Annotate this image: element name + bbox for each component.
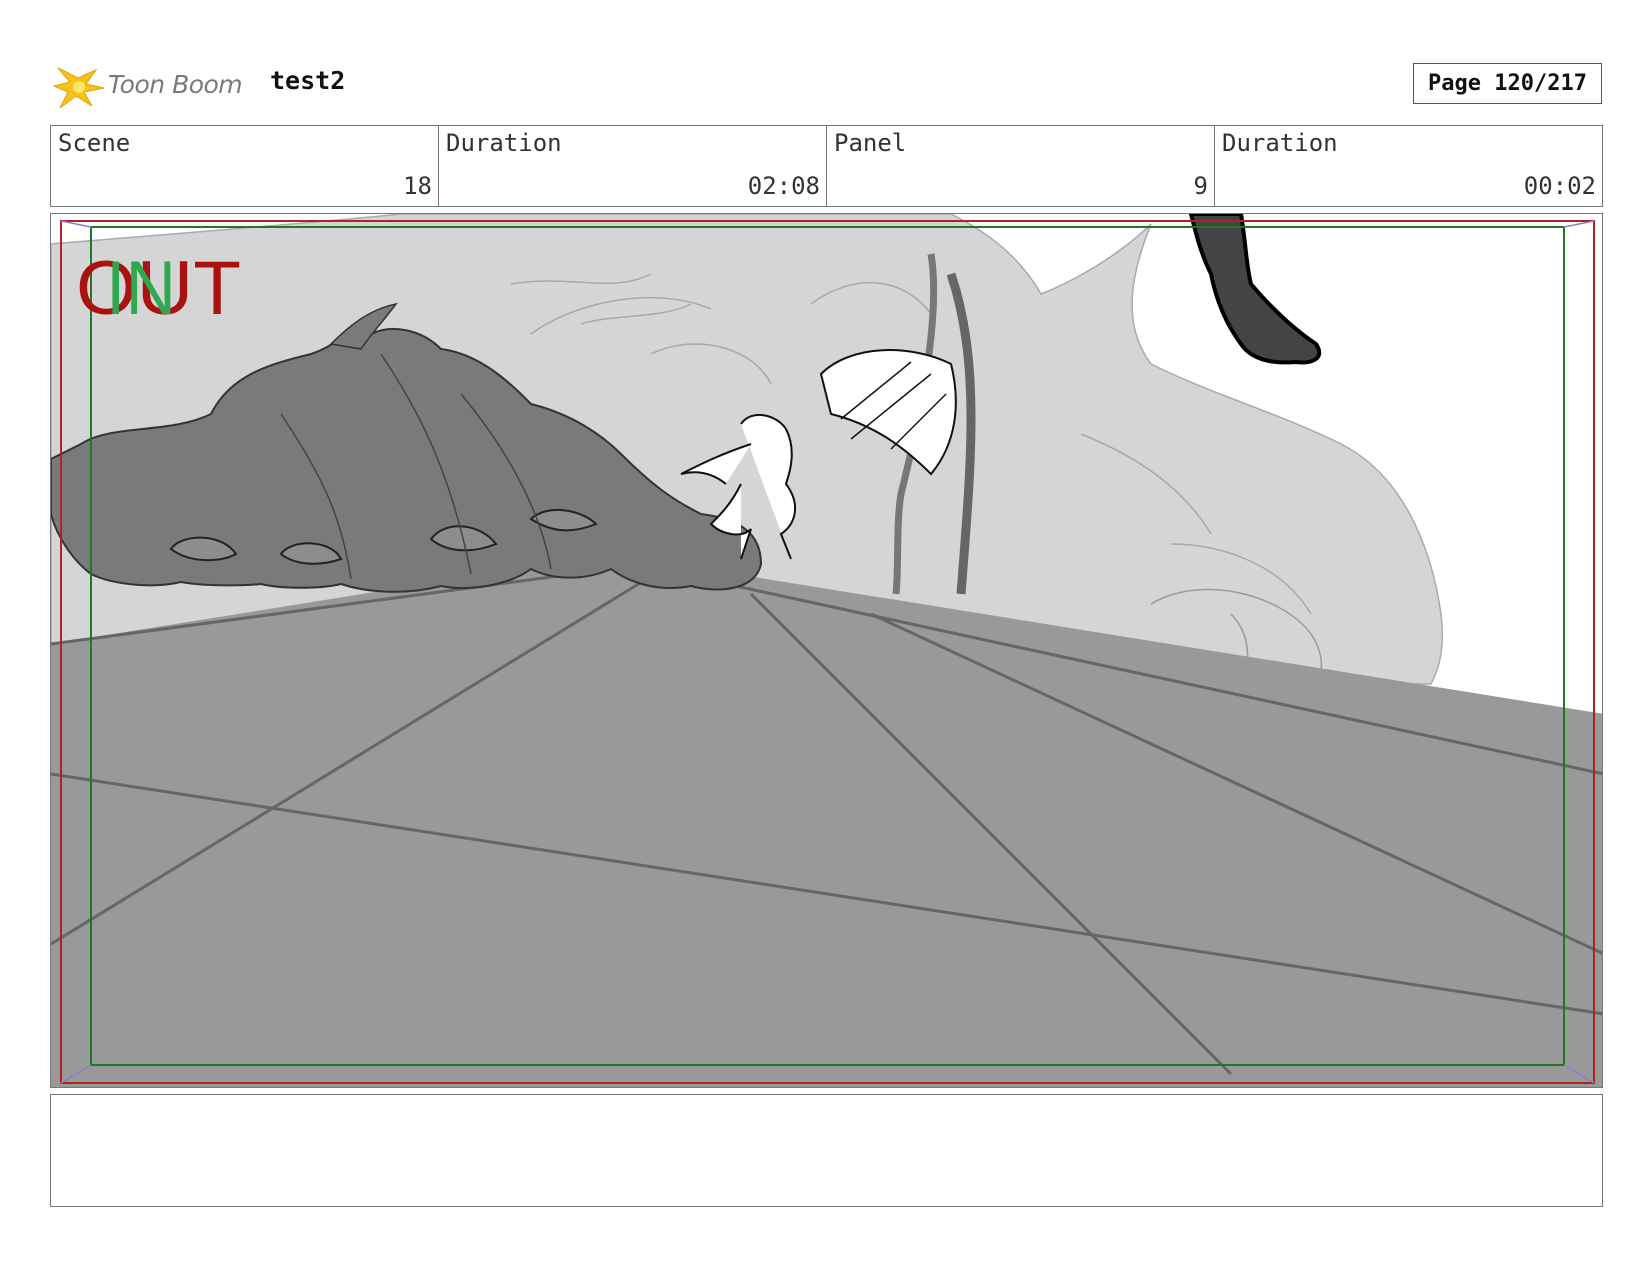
panel-info-row: Scene 18 Duration 02:08 Panel 9 Duration… xyxy=(50,125,1603,207)
panel-duration-value: 00:02 xyxy=(1523,172,1596,200)
in-marker: IN xyxy=(106,246,176,331)
panel-cell: Panel 9 xyxy=(827,126,1215,206)
panel-duration-cell: Duration 00:02 xyxy=(1215,126,1602,206)
panel-drawing: OUT IN xyxy=(51,214,1602,1087)
panel-label: Panel xyxy=(834,129,907,157)
toon-boom-logo: Toon Boom xyxy=(52,58,252,114)
scene-value: 18 xyxy=(403,172,432,200)
storyboard-panel: OUT IN xyxy=(50,213,1603,1088)
black-boot xyxy=(1188,214,1322,365)
scene-cell: Scene 18 xyxy=(51,126,439,206)
scene-duration-label: Duration xyxy=(446,129,562,157)
scene-duration-cell: Duration 02:08 xyxy=(439,126,827,206)
scene-label: Scene xyxy=(58,129,131,157)
panel-value: 9 xyxy=(1193,172,1208,200)
scene-duration-value: 02:08 xyxy=(747,172,820,200)
spark-icon xyxy=(52,67,105,109)
notes-box xyxy=(50,1094,1603,1207)
page-indicator: Page 120/217 xyxy=(1413,63,1602,104)
panel-duration-label: Duration xyxy=(1222,129,1338,157)
logo-text: Toon Boom xyxy=(108,70,243,99)
project-title: test2 xyxy=(270,66,346,95)
